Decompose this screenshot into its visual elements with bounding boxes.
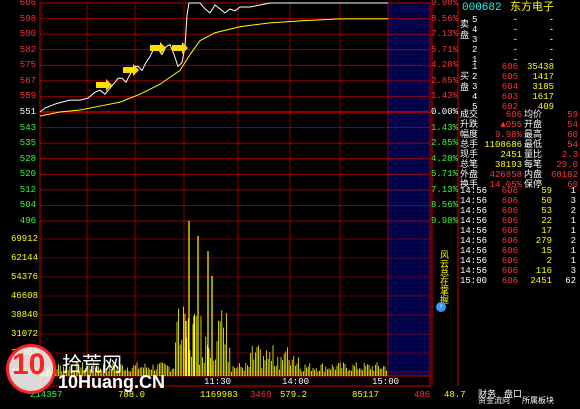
price-label: 567 — [19, 75, 36, 86]
annotation-arrow-icon — [123, 64, 139, 76]
stock-code: 000682 — [462, 2, 502, 14]
tick-time: 15:00 — [460, 276, 488, 286]
tick-price: 606 — [501, 276, 518, 286]
price-label: 606 — [19, 0, 36, 8]
price-label: 575 — [19, 60, 36, 71]
volume-label: 54376 — [10, 272, 38, 282]
percent-label: 9.98% — [431, 216, 459, 226]
time-label: 11:30 — [204, 377, 232, 387]
percent-label: 5.71% — [431, 169, 459, 180]
price-label: 590 — [19, 29, 36, 40]
circle-arrow-icon[interactable]: › — [436, 302, 446, 312]
percent-label: 1.43% — [431, 122, 459, 133]
price-label: 535 — [19, 138, 36, 149]
status-value-5: 579.2 — [280, 390, 308, 400]
percent-label: 0.00% — [431, 107, 459, 117]
time-label: 15:00 — [372, 377, 400, 387]
percent-label: 4.28% — [431, 60, 459, 71]
time-label: 14:00 — [282, 377, 310, 387]
side-tab[interactable]: 风云总在掌握 — [434, 250, 448, 304]
sell-label: 卖盘 — [460, 20, 470, 41]
status-value-4: 3469 — [250, 390, 272, 400]
quote-panel: 000682 东方电子 5--4--3--2--1-- 1 606 35438 2 60… — [458, 0, 580, 402]
tick-volume: 2451 — [530, 276, 552, 286]
price-label: 559 — [19, 91, 36, 102]
volume-label: 31072 — [10, 329, 38, 339]
price-label: 496 — [19, 216, 36, 226]
side-tab-label: 风云总在掌握 — [438, 250, 448, 304]
percent-label: 1.43% — [431, 91, 459, 102]
stock-name: 东方电子 — [510, 2, 554, 14]
price-label: 504 — [19, 200, 36, 211]
tick-count: 62 — [565, 276, 576, 286]
buy-label: 买盘 — [460, 72, 470, 93]
status-value-6: 85117 — [352, 390, 380, 400]
percent-label: 4.28% — [431, 153, 459, 164]
price-label: 598 — [19, 13, 36, 24]
price-label: 582 — [19, 44, 36, 55]
volume-label: 62144 — [10, 253, 38, 263]
tab-sector[interactable]: 所属板块 — [522, 395, 554, 409]
price-label: 520 — [19, 169, 36, 180]
volume-label: 38840 — [10, 310, 38, 320]
chart-border — [39, 2, 431, 387]
percent-label: 7.13% — [431, 29, 459, 40]
tab-capital-flow[interactable]: 资金流向 — [478, 395, 510, 409]
price-label: 528 — [19, 153, 36, 164]
percent-label: 9.98% — [431, 0, 459, 8]
watermark-url: 10Huang.CN — [58, 372, 166, 392]
stock-header: 000682 东方电子 — [458, 2, 580, 14]
price-label: 543 — [19, 122, 36, 133]
percent-label: 7.13% — [431, 184, 459, 195]
watermark-number: 10 — [12, 348, 46, 381]
status-value-8: 48.7 — [444, 390, 466, 400]
status-value-7: 486 — [414, 390, 431, 400]
tick-row: 15:00 606 2451 62 — [458, 276, 580, 287]
percent-label: 5.71% — [431, 44, 459, 55]
status-value-3: 1169983 — [200, 390, 238, 400]
average-price-line — [39, 18, 388, 117]
percent-label: 8.56% — [431, 13, 459, 24]
percent-label: 2.85% — [431, 138, 459, 149]
price-label: 512 — [19, 184, 36, 195]
volume-label: 69912 — [10, 234, 38, 244]
watermark-logo: 10 拾荒网 10Huang.CN — [6, 344, 165, 402]
percent-label: 8.56% — [431, 200, 459, 211]
price-label: 551 — [19, 107, 36, 117]
percent-label: 2.85% — [431, 75, 459, 86]
volume-label: 46608 — [10, 291, 38, 301]
